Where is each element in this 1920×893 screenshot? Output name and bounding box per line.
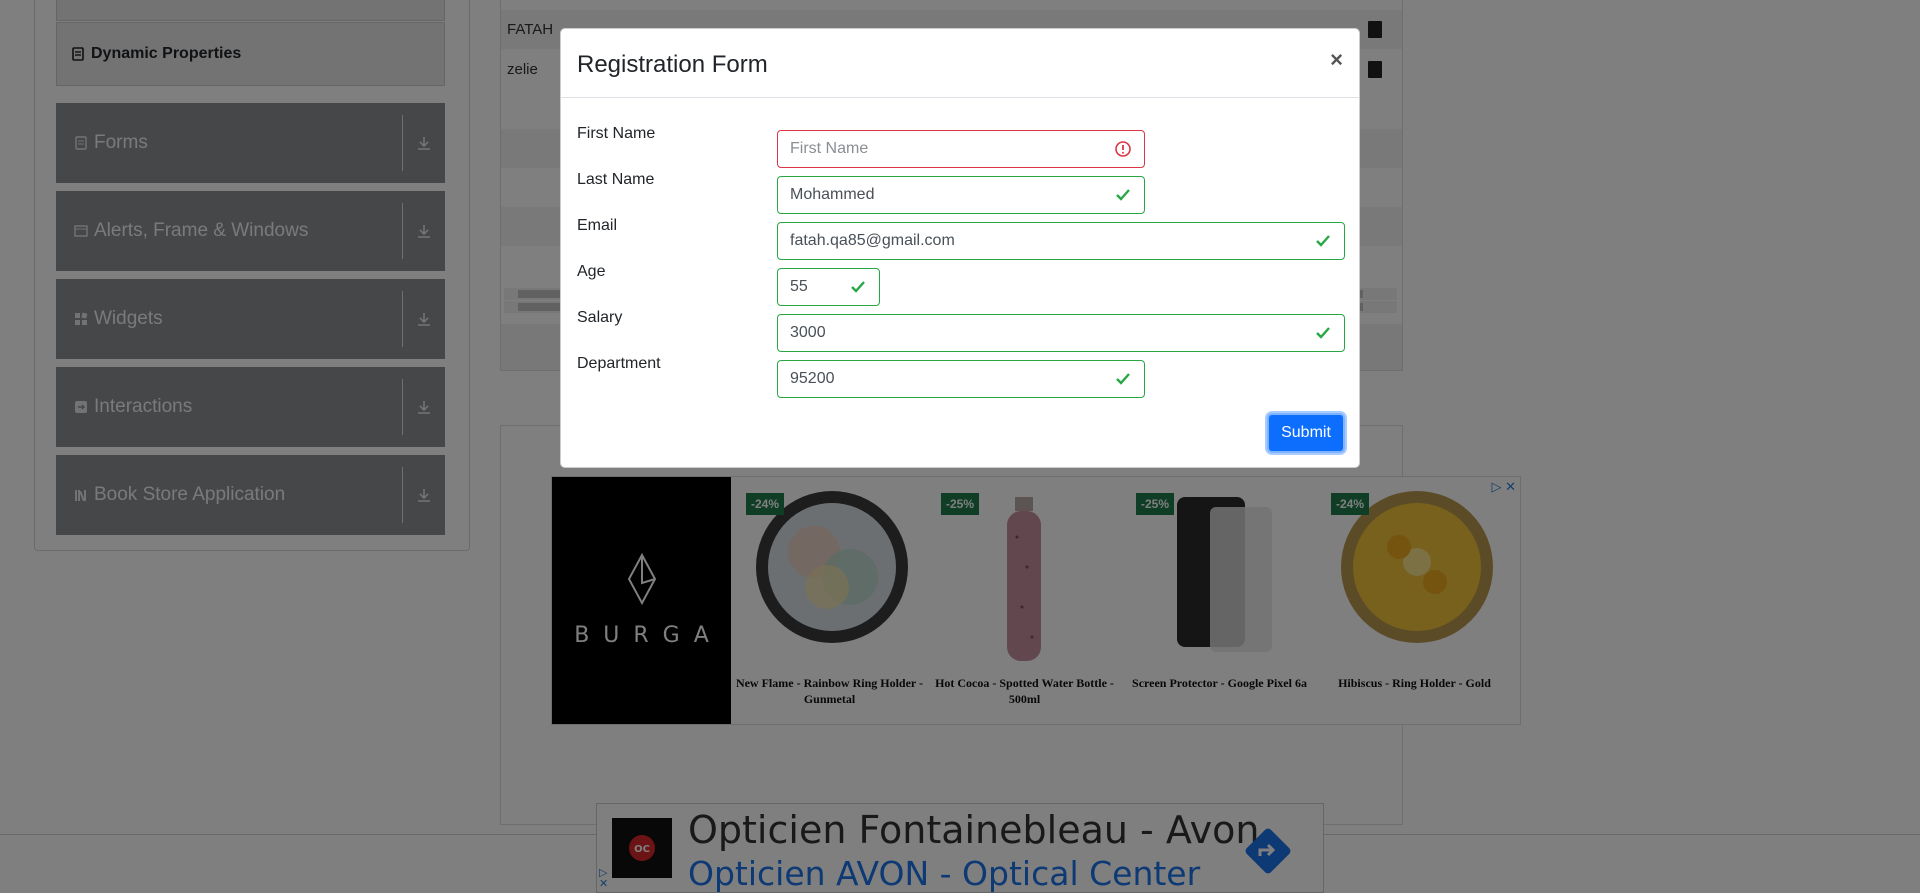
last-name-value: Mohammed [790,186,875,203]
department-value: 95200 [790,370,835,387]
email-input[interactable]: fatah.qa85@gmail.com [777,222,1345,260]
checkmark-icon [851,281,865,293]
email-row: Email fatah.qa85@gmail.com [577,217,1357,260]
checkmark-icon [1116,373,1130,385]
salary-label: Salary [577,309,623,326]
age-label: Age [577,263,606,280]
submit-button[interactable]: Submit [1267,413,1345,453]
email-value: fatah.qa85@gmail.com [790,232,955,249]
checkmark-icon [1316,235,1330,247]
last-name-row: Last Name Mohammed [577,171,1357,214]
age-input[interactable]: 55 [777,268,880,306]
modal-title: Registration Form [577,51,768,78]
salary-row: Salary 3000 [577,309,1357,352]
first-name-placeholder: First Name [790,140,869,157]
salary-input[interactable]: 3000 [777,314,1345,352]
age-value: 55 [790,278,808,295]
email-label: Email [577,217,618,234]
department-row: Department 95200 [577,355,1357,398]
close-icon[interactable]: × [1330,47,1343,73]
checkmark-icon [1316,327,1330,339]
department-label: Department [577,355,661,372]
first-name-row: First Name First Name [577,125,1357,168]
age-row: Age 55 [577,263,1357,306]
salary-value: 3000 [790,324,826,341]
error-icon [1115,141,1131,157]
registration-modal: Registration Form × First Name First Nam… [560,28,1360,468]
department-input[interactable]: 95200 [777,360,1145,398]
first-name-label: First Name [577,125,656,142]
checkmark-icon [1116,189,1130,201]
modal-header: Registration Form × [561,29,1359,98]
last-name-input[interactable]: Mohammed [777,176,1145,214]
first-name-input[interactable]: First Name [777,130,1145,168]
last-name-label: Last Name [577,171,655,188]
